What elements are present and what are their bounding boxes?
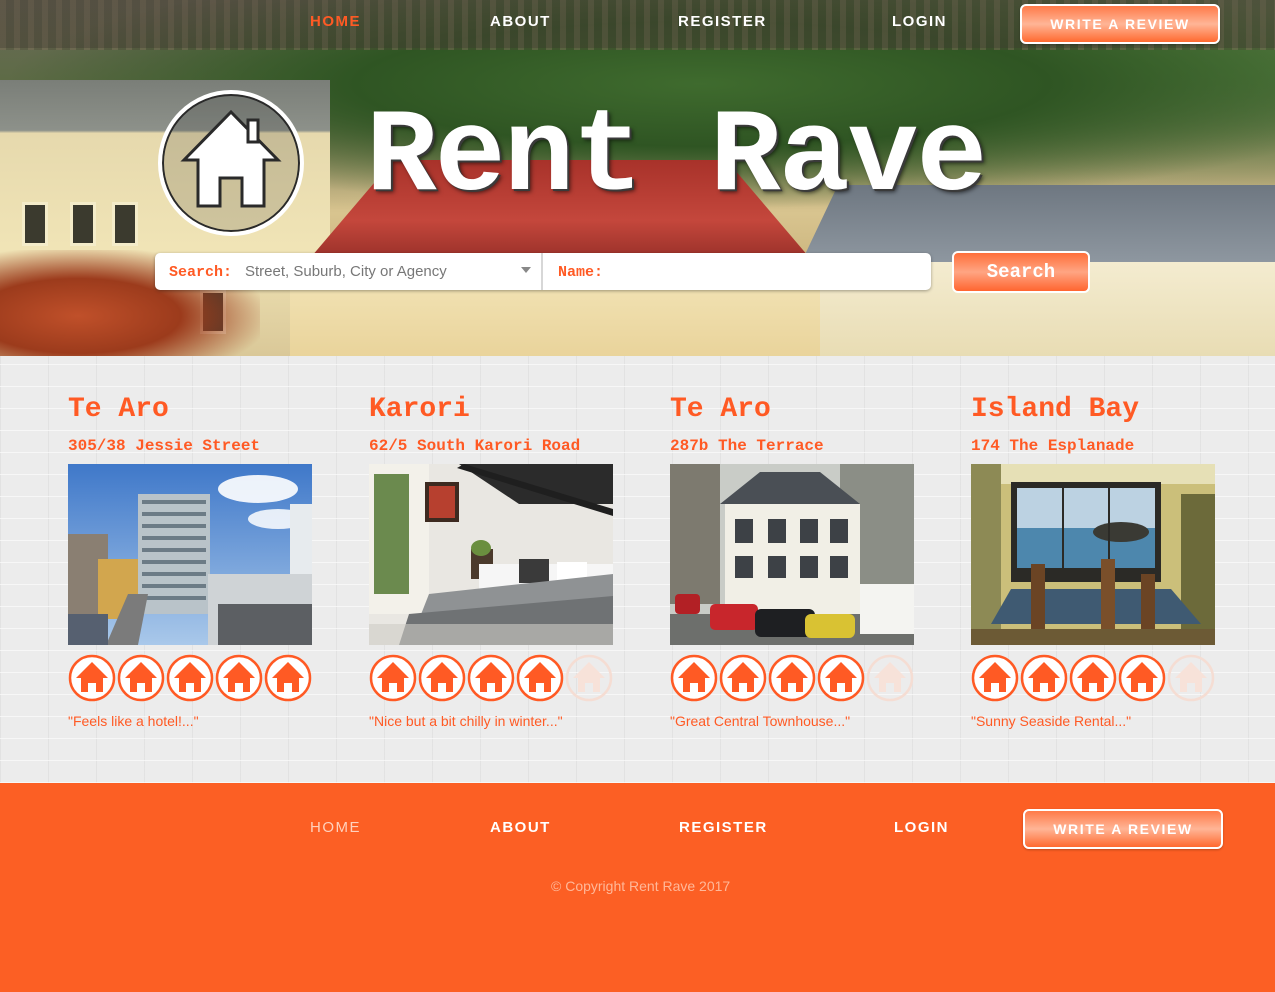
listing-quote[interactable]: "Feels like a hotel!..." xyxy=(68,713,199,729)
name-input[interactable] xyxy=(615,263,915,283)
bedroom-photo[interactable] xyxy=(369,464,613,645)
brand-name: Rent Rave xyxy=(366,92,987,225)
logo[interactable] xyxy=(158,90,304,236)
house-rating-icon xyxy=(68,654,116,702)
house-rating-icon xyxy=(1118,654,1166,702)
house-rating-icon xyxy=(467,654,515,702)
house-rating-icon xyxy=(768,654,816,702)
footer-about-link[interactable]: ABOUT xyxy=(490,819,551,836)
rating-stars xyxy=(68,654,312,704)
house-rating-icon xyxy=(264,654,312,702)
copyright-text: © Copyright Rent Rave 2017 xyxy=(551,878,731,894)
listing-address[interactable]: 62/5 South Karori Road xyxy=(369,437,580,455)
house-rating-icon xyxy=(670,654,718,702)
house-rating-icon xyxy=(418,654,466,702)
listing-address[interactable]: 287b The Terrace xyxy=(670,437,824,455)
footer-login-link[interactable]: LOGIN xyxy=(894,819,949,836)
search-label: Search: xyxy=(169,264,233,281)
house-rating-icon xyxy=(516,654,564,702)
house-rating-icon xyxy=(971,654,1019,702)
house-rating-empty-icon xyxy=(565,654,613,702)
listing-suburb[interactable]: Island Bay xyxy=(971,394,1139,425)
write-review-button[interactable]: WRITE A REVIEW xyxy=(1020,4,1220,44)
name-label: Name: xyxy=(558,264,604,281)
rating-stars xyxy=(369,654,613,704)
rating-stars xyxy=(670,654,914,704)
house-rating-empty-icon xyxy=(1167,654,1215,702)
nav-home-link[interactable]: HOME xyxy=(310,13,361,30)
search-button[interactable]: Search xyxy=(952,251,1090,293)
location-select[interactable]: Street, Suburb, City or Agency xyxy=(245,263,447,280)
search-form: Search: Street, Suburb, City or Agency N… xyxy=(155,253,931,290)
house-rating-icon xyxy=(817,654,865,702)
house-rating-icon xyxy=(1069,654,1117,702)
listing-quote[interactable]: "Great Central Townhouse..." xyxy=(670,713,850,729)
footer-write-review-button[interactable]: WRITE A REVIEW xyxy=(1023,809,1223,849)
nav-about-link[interactable]: ABOUT xyxy=(490,13,551,30)
listing-address[interactable]: 174 The Esplanade xyxy=(971,437,1134,455)
footer: HOME ABOUT REGISTER LOGIN WRITE A REVIEW… xyxy=(0,783,1275,992)
listing-suburb[interactable]: Te Aro xyxy=(670,394,771,425)
listing-suburb[interactable]: Te Aro xyxy=(68,394,169,425)
house-rating-empty-icon xyxy=(866,654,914,702)
chevron-down-icon[interactable] xyxy=(521,267,531,273)
nav-register-link[interactable]: REGISTER xyxy=(678,13,767,30)
rating-stars xyxy=(971,654,1215,704)
featured-listings: Te Aro 305/38 Jessie Street "Feels like … xyxy=(0,356,1275,783)
hero-banner: HOME ABOUT REGISTER LOGIN WRITE A REVIEW… xyxy=(0,0,1275,356)
footer-register-link[interactable]: REGISTER xyxy=(679,819,768,836)
nav-login-link[interactable]: LOGIN xyxy=(892,13,947,30)
house-rating-icon xyxy=(719,654,767,702)
seaside-dining-photo[interactable] xyxy=(971,464,1215,645)
apartment-tower-photo[interactable] xyxy=(68,464,312,645)
house-icon xyxy=(180,109,282,208)
listing-quote[interactable]: "Nice but a bit chilly in winter..." xyxy=(369,713,563,729)
house-rating-icon xyxy=(369,654,417,702)
listing-address[interactable]: 305/38 Jessie Street xyxy=(68,437,260,455)
house-rating-icon xyxy=(117,654,165,702)
search-divider xyxy=(541,253,543,290)
listing-suburb[interactable]: Karori xyxy=(369,394,470,425)
house-rating-icon xyxy=(166,654,214,702)
footer-home-link[interactable]: HOME xyxy=(310,819,361,836)
house-rating-icon xyxy=(1020,654,1068,702)
listing-quote[interactable]: "Sunny Seaside Rental..." xyxy=(971,713,1131,729)
townhouse-photo[interactable] xyxy=(670,464,914,645)
house-rating-icon xyxy=(215,654,263,702)
